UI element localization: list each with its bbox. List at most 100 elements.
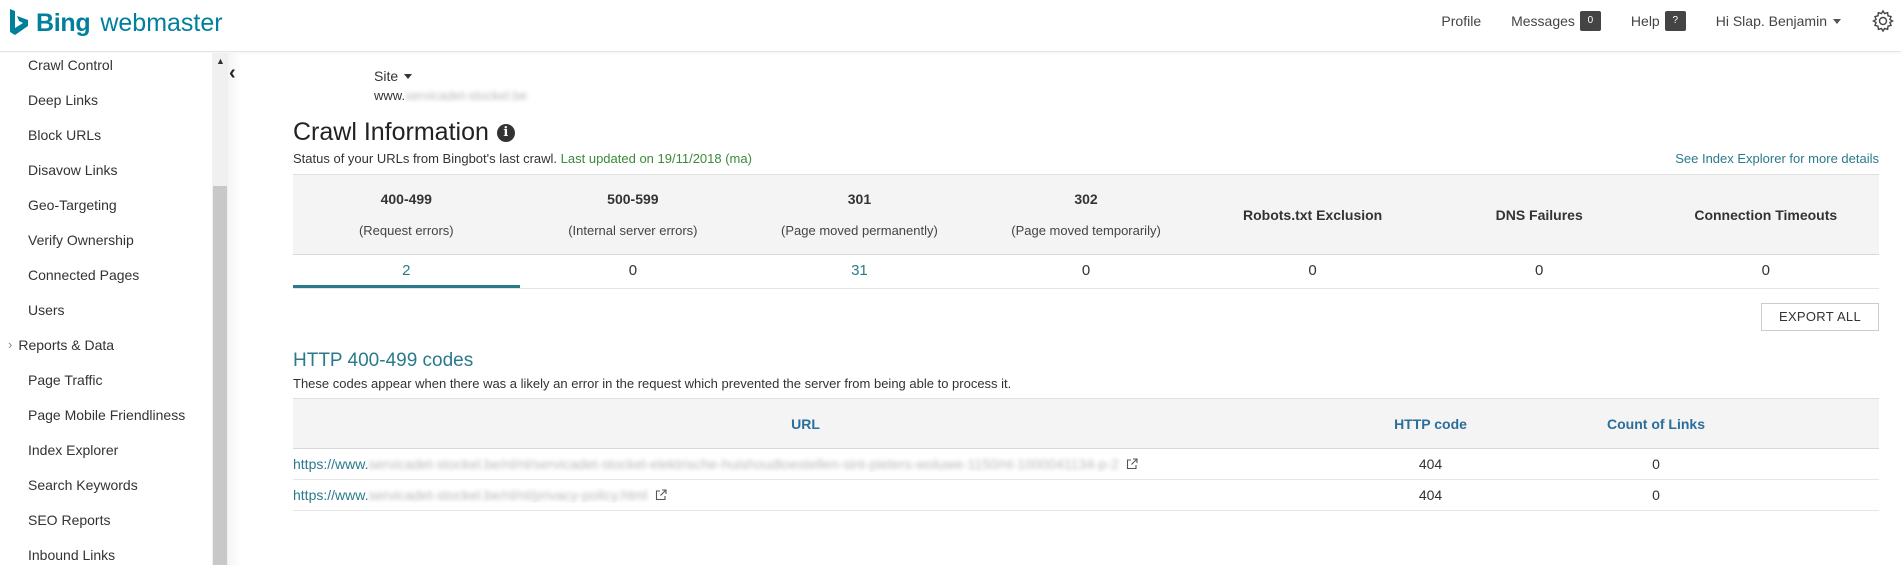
sidebar-item-label: SEO Reports <box>28 512 111 528</box>
http-code-cell: 404 <box>1418 487 1443 503</box>
top-header: Bing webmaster Profile Messages 0 Help ?… <box>0 0 1901 52</box>
sidebar-item-search-keywords[interactable]: Search Keywords <box>0 473 228 508</box>
help-link[interactable]: Help ? <box>1631 11 1686 31</box>
summary-code: DNS Failures <box>1495 206 1583 223</box>
url-link[interactable]: https://www. servicadet-stockel.be/nl/nl/… <box>293 487 1318 503</box>
sidebar-item-inbound-links[interactable]: Inbound Links <box>0 543 228 565</box>
chevron-right-icon: › <box>8 337 13 352</box>
messages-count-badge: 0 <box>1579 11 1601 31</box>
table-row: https://www. servicadet-stockel.be/nl/nl/… <box>293 449 1879 480</box>
sidebar-item-label: Search Keywords <box>28 477 138 493</box>
sidebar-item-label: Connected Pages <box>28 267 140 283</box>
count-cell: 0 <box>1652 456 1660 472</box>
sidebar-item-label: Index Explorer <box>28 442 119 458</box>
summary-code: 500-599 <box>607 191 659 207</box>
info-icon[interactable]: i <box>496 123 515 142</box>
section-description: These codes appear when there was a like… <box>293 376 1012 391</box>
summary-description: (Request errors) <box>358 223 454 238</box>
http-code-column-header[interactable]: HTTP code <box>1318 416 1543 432</box>
page-title-text: Crawl Information <box>293 118 489 146</box>
summary-value-tab[interactable]: 2 <box>293 255 520 288</box>
page-title: Crawl Information i <box>293 118 515 147</box>
sidebar-item-disavow-links[interactable]: Disavow Links <box>0 158 228 193</box>
url-link[interactable]: https://www. servicadet-stockel.be/nl/nl/… <box>293 456 1318 472</box>
user-greeting: Hi Slap. Benjamin <box>1715 13 1827 29</box>
help-badge: ? <box>1664 11 1686 31</box>
user-menu[interactable]: Hi Slap. Benjamin <box>1716 13 1841 29</box>
chevron-down-icon <box>1833 18 1841 24</box>
sidebar-item-label: Reports & Data <box>18 337 115 353</box>
summary-value-tab[interactable]: 0 <box>973 255 1200 288</box>
messages-link[interactable]: Messages 0 <box>1511 11 1601 31</box>
codes-rows: https://www. servicadet-stockel.be/nl/nl/… <box>293 449 1879 511</box>
sidebar-item-label: Crawl Control <box>28 57 113 73</box>
status-line: Status of your URLs from Bingbot's last … <box>293 151 752 166</box>
index-explorer-link[interactable]: See Index Explorer for more details <box>1675 151 1879 166</box>
sidebar-item-users[interactable]: Users <box>0 298 228 333</box>
summary-header-cell: Connection Timeouts <box>1652 175 1879 254</box>
url-blurred: servicadet-stockel.be/nl/nl/privacy-poli… <box>368 487 648 503</box>
sidebar: Crawl Control Deep Links Block URLs Disavow… <box>0 53 228 565</box>
brand-name: Bing <box>36 8 91 37</box>
sidebar-item-crawl-control[interactable]: Crawl Control <box>0 53 228 88</box>
product-name: webmaster <box>100 8 223 37</box>
site-selector[interactable]: Site <box>374 68 413 84</box>
profile-link[interactable]: Profile <box>1441 13 1481 29</box>
summary-header-cell: 301 (Page moved permanently) <box>746 175 973 254</box>
status-text: Status of your URLs from Bingbot's last … <box>293 151 558 166</box>
site-label: Site <box>374 68 399 84</box>
export-all-button[interactable]: EXPORT ALL <box>1761 303 1879 331</box>
count-column-header[interactable]: Count of Links <box>1543 416 1769 432</box>
sidebar-item-index-explorer[interactable]: Index Explorer <box>0 438 228 473</box>
sidebar-item-geo-targeting[interactable]: Geo-Targeting <box>0 193 228 228</box>
sidebar-item-verify-ownership[interactable]: Verify Ownership <box>0 228 228 263</box>
summary-code: 301 <box>847 191 872 207</box>
external-link-icon[interactable] <box>1126 458 1138 470</box>
summary-header-row: 400-499 (Request errors) 500-599 (Internal … <box>293 174 1879 255</box>
collapse-sidebar-icon[interactable]: ‹ <box>229 62 236 85</box>
sidebar-item-label: Geo-Targeting <box>28 197 117 213</box>
help-label: Help <box>1630 13 1660 29</box>
count-cell: 0 <box>1652 487 1660 503</box>
sidebar-item-label: Inbound Links <box>28 547 116 563</box>
summary-code: Connection Timeouts <box>1694 206 1838 223</box>
url-column-header[interactable]: URL <box>293 416 1318 432</box>
url-prefix: https://www. <box>293 456 369 472</box>
summary-value-tab[interactable]: 0 <box>1426 255 1653 288</box>
summary-value-tab[interactable]: 0 <box>1199 255 1426 288</box>
top-nav: Profile Messages 0 Help ? Hi Slap. Benja… <box>1441 0 1901 42</box>
sidebar-item-seo-reports[interactable]: SEO Reports <box>0 508 228 543</box>
sidebar-item-connected-pages[interactable]: Connected Pages <box>0 263 228 298</box>
codes-header-row: URL HTTP code Count of Links <box>293 398 1879 449</box>
summary-value-tab[interactable]: 31 <box>746 255 973 288</box>
sidebar-item-label: Verify Ownership <box>28 232 134 248</box>
sidebar-scrollbar-thumb[interactable] <box>213 186 227 565</box>
sidebar-item-label: Page Mobile Friendliness <box>28 407 186 423</box>
sidebar-item-deep-links[interactable]: Deep Links <box>0 88 228 123</box>
section-title: HTTP 400-499 codes <box>293 350 474 371</box>
sidebar-item-block-urls[interactable]: Block URLs <box>0 123 228 158</box>
summary-value-tab[interactable]: 0 <box>1652 255 1879 288</box>
sidebar-item-label: Disavow Links <box>28 162 118 178</box>
summary-code: 400-499 <box>380 191 432 207</box>
divider <box>228 53 242 565</box>
summary-code: Robots.txt Exclusion <box>1242 206 1383 223</box>
http-code-cell: 404 <box>1418 456 1443 472</box>
gear-icon[interactable] <box>1871 9 1895 33</box>
site-url-blurred: servicadet-stockel.be <box>405 88 528 103</box>
scroll-up-icon[interactable]: ▲ <box>216 56 225 66</box>
summary-value-tab[interactable]: 0 <box>520 255 747 288</box>
sidebar-section-reports-data[interactable]: › Reports & Data <box>0 333 228 368</box>
sidebar-item-page-traffic[interactable]: Page Traffic <box>0 368 228 403</box>
summary-header-cell: Robots.txt Exclusion <box>1199 175 1426 254</box>
url-blurred: servicadet-stockel.be/nl/nl/servicadet-s… <box>368 456 1119 472</box>
table-row: https://www. servicadet-stockel.be/nl/nl/… <box>293 480 1879 511</box>
sidebar-item-label: Users <box>28 302 65 318</box>
sidebar-item-label: Deep Links <box>28 92 99 108</box>
bing-webmaster-logo[interactable]: Bing webmaster <box>8 8 223 38</box>
external-link-icon[interactable] <box>655 489 667 501</box>
sidebar-item-label: Page Traffic <box>28 372 103 388</box>
sidebar-item-page-mobile-friendliness[interactable]: Page Mobile Friendliness <box>0 403 228 438</box>
bing-logo-icon <box>10 9 28 35</box>
chevron-down-icon <box>404 73 413 79</box>
